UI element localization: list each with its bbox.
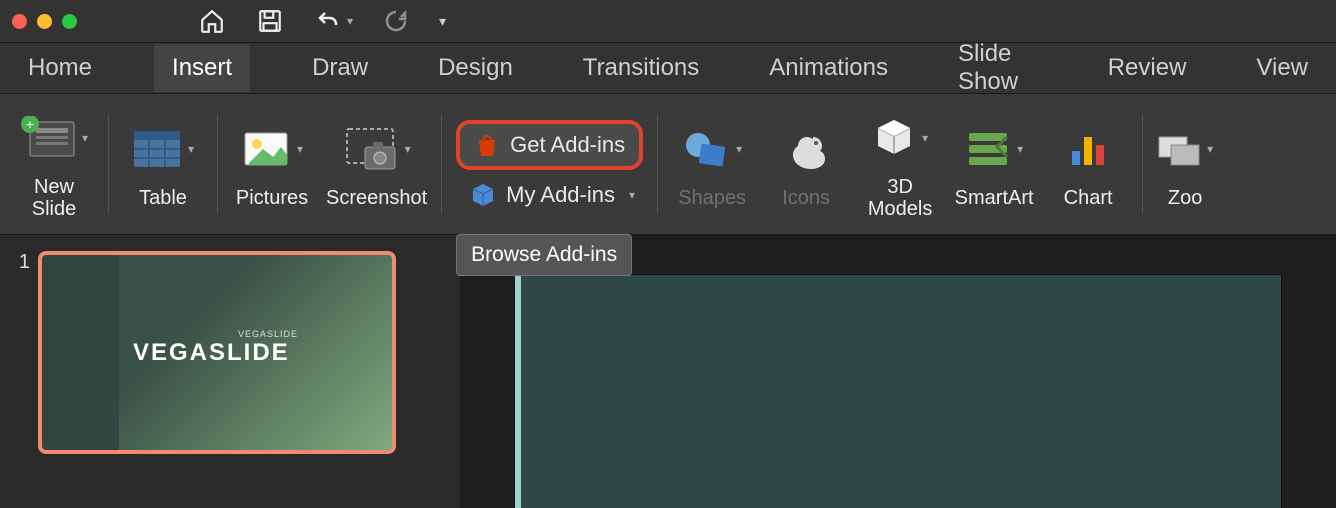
ribbon-insert: + ▾ New Slide ▾ Table ▾ Pictures ▾ Scree…: [0, 94, 1336, 235]
tab-design[interactable]: Design: [430, 50, 521, 86]
screenshot-label: Screenshot: [326, 187, 427, 209]
chevron-down-icon: ▾: [297, 142, 303, 156]
tab-review[interactable]: Review: [1100, 50, 1195, 86]
cube3d-icon: [872, 116, 916, 160]
slide-number: 1: [10, 251, 30, 495]
pictures-label: Pictures: [236, 187, 308, 209]
table-button[interactable]: ▾ Table: [123, 119, 203, 209]
home-icon[interactable]: [197, 8, 227, 34]
duck-icon: [783, 129, 829, 169]
slide-title: VEGASLIDE: [133, 339, 290, 367]
chevron-down-icon: ▾: [188, 142, 194, 156]
addins-group: Get Add-ins My Add-ins ▾ Browse Add-ins: [456, 120, 643, 208]
quick-access-toolbar: ▾ ▾: [197, 8, 446, 34]
chart-button[interactable]: Chart: [1048, 119, 1128, 209]
get-addins-label: Get Add-ins: [510, 132, 625, 158]
chevron-down-icon: ▾: [922, 131, 928, 145]
chevron-down-icon: ▾: [1017, 142, 1023, 156]
shapes-button[interactable]: ▾ Shapes: [672, 119, 752, 209]
workspace: 1 VEGASLIDE VEGASLIDE: [0, 235, 1336, 508]
tab-view[interactable]: View: [1248, 50, 1316, 86]
chart-icon: [1068, 129, 1108, 169]
my-addins-button[interactable]: My Add-ins ▾ Browse Add-ins: [456, 182, 643, 208]
table-label: Table: [139, 187, 187, 209]
pictures-button[interactable]: ▾ Pictures: [232, 119, 312, 209]
new-slide-icon: +: [20, 116, 76, 160]
separator: [108, 114, 109, 214]
screenshot-icon: [343, 125, 399, 173]
shapes-label: Shapes: [678, 187, 746, 209]
chevron-down-icon: ▾: [405, 142, 411, 156]
separator: [1142, 114, 1143, 214]
tab-animations[interactable]: Animations: [761, 50, 896, 86]
tab-draw[interactable]: Draw: [304, 50, 376, 86]
chevron-down-icon: ▾: [629, 188, 635, 202]
icons-button[interactable]: Icons: [766, 119, 846, 209]
smartart-label: SmartArt: [955, 187, 1034, 209]
minimize-window-button[interactable]: [37, 14, 52, 29]
svg-text:+: +: [26, 116, 34, 132]
new-slide-button[interactable]: + ▾ New Slide: [14, 108, 94, 220]
browse-addins-tooltip: Browse Add-ins: [456, 234, 632, 276]
chevron-down-icon: ▾: [736, 142, 742, 156]
tab-slide-show[interactable]: Slide Show: [950, 36, 1046, 100]
shopping-bag-icon: [474, 132, 500, 158]
zoom-label: Zoo: [1168, 187, 1202, 209]
zoom-icon: [1157, 129, 1201, 169]
cube-icon: [470, 182, 496, 208]
zoom-window-button[interactable]: [62, 14, 77, 29]
chart-label: Chart: [1064, 187, 1113, 209]
tab-home[interactable]: Home: [20, 50, 100, 86]
table-icon: [132, 127, 182, 171]
menu-bar: Home Insert Draw Design Transitions Anim…: [0, 43, 1336, 94]
slide-thumbnail-1[interactable]: VEGASLIDE VEGASLIDE: [38, 251, 396, 454]
slide-canvas[interactable]: [515, 275, 1281, 508]
slide-thumbnail-panel: 1 VEGASLIDE VEGASLIDE: [0, 235, 460, 508]
smartart-icon: [965, 129, 1011, 169]
icons-label: Icons: [782, 187, 830, 209]
get-addins-button[interactable]: Get Add-ins: [456, 120, 643, 170]
chevron-down-icon: ▾: [347, 14, 353, 28]
separator: [217, 114, 218, 214]
new-slide-label: New Slide: [32, 176, 76, 220]
separator: [441, 114, 442, 214]
chevron-down-icon: ▾: [82, 131, 88, 145]
shapes-icon: [682, 127, 730, 171]
separator: [657, 114, 658, 214]
3d-models-label: 3D Models: [868, 176, 932, 220]
tab-insert[interactable]: Insert: [154, 44, 250, 92]
redo-icon[interactable]: [383, 9, 409, 33]
customize-qat-icon[interactable]: ▾: [439, 13, 446, 30]
tab-transitions[interactable]: Transitions: [575, 50, 707, 86]
titlebar: ▾ ▾: [0, 0, 1336, 43]
screenshot-button[interactable]: ▾ Screenshot: [326, 119, 427, 209]
undo-icon[interactable]: ▾: [313, 9, 353, 33]
pictures-icon: [241, 127, 291, 171]
save-icon[interactable]: [257, 8, 283, 34]
zoom-button[interactable]: ▾ Zoo: [1157, 119, 1213, 209]
window-controls: [12, 14, 77, 29]
chevron-down-icon: ▾: [1207, 142, 1213, 156]
my-addins-label: My Add-ins: [506, 182, 615, 208]
smartart-button[interactable]: ▾ SmartArt: [954, 119, 1034, 209]
3d-models-button[interactable]: ▾ 3D Models: [860, 108, 940, 220]
close-window-button[interactable]: [12, 14, 27, 29]
